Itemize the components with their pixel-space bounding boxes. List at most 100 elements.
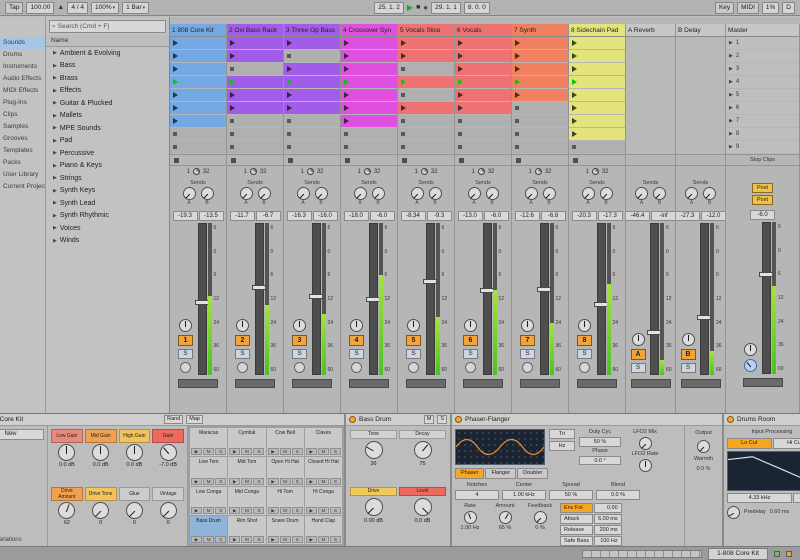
browser-item[interactable]: ▶ Brass	[46, 72, 169, 85]
arm-button[interactable]	[180, 362, 191, 373]
arm-button[interactable]	[294, 362, 305, 373]
clip-stop-button[interactable]	[512, 154, 568, 166]
pan-knob[interactable]	[236, 319, 249, 332]
scene-slot[interactable]: ▶ 8	[726, 128, 799, 140]
drum-pad[interactable]: Closed Hi Hat ▶ M S	[304, 457, 342, 486]
clip-slot[interactable]	[227, 89, 283, 101]
clip-slot[interactable]	[227, 128, 283, 140]
send-a-knob[interactable]	[296, 187, 310, 200]
variation-item[interactable]: Lo Fi	[0, 450, 44, 458]
send-a-knob[interactable]	[410, 187, 424, 200]
clip-slot[interactable]	[512, 115, 568, 127]
search-input[interactable]: ⌕ Search (Cmd + F)	[49, 20, 166, 33]
browser-sidebar-item[interactable]: Templates	[0, 145, 45, 157]
clip-slot[interactable]	[512, 89, 568, 101]
scene-launch-icon[interactable]: ▶	[729, 118, 733, 124]
clip-slot[interactable]	[455, 76, 511, 88]
disclosure-icon[interactable]: ▶	[53, 163, 57, 169]
browser-sidebar-item[interactable]: Drums	[0, 49, 45, 61]
clip-slot[interactable]	[455, 128, 511, 140]
drum-pad[interactable]: Open Hi Hat ▶ M S	[266, 457, 304, 486]
volume-value-display[interactable]: -6.0	[369, 211, 395, 221]
release-value[interactable]: 200 ms	[594, 525, 622, 535]
pad-solo-button[interactable]: S	[291, 448, 303, 456]
record-button[interactable]: ●	[423, 3, 428, 12]
disclosure-icon[interactable]: ▶	[53, 100, 57, 106]
browser-item[interactable]: ▶ Mallets	[46, 110, 169, 123]
clip-slot[interactable]	[170, 128, 226, 140]
chain-solo-button[interactable]: S	[437, 415, 447, 424]
disclosure-icon[interactable]: ▶	[53, 50, 57, 56]
pan-knob[interactable]	[681, 333, 695, 346]
volume-fader[interactable]	[479, 223, 495, 375]
clip-slot[interactable]	[455, 63, 511, 75]
clip-slot[interactable]	[170, 63, 226, 75]
pan-knob[interactable]	[521, 319, 534, 332]
groove-amount[interactable]: 100%▾	[90, 1, 120, 14]
track-delay-box[interactable]	[520, 379, 560, 388]
drum-pad[interactable]: Hi Conga ▶ M S	[304, 486, 342, 515]
cue-volume-knob[interactable]	[743, 359, 757, 372]
cut-frequency-value[interactable]: 4.33 kHz	[727, 493, 792, 503]
clip-slot[interactable]	[569, 89, 625, 101]
clip-slot[interactable]	[284, 37, 340, 49]
pad-play-icon[interactable]: ▶	[229, 536, 241, 543]
peak-level-display[interactable]: -12.6	[514, 211, 540, 221]
clip-slot[interactable]	[170, 115, 226, 127]
name-column-header[interactable]: Name	[46, 35, 169, 47]
browser-item[interactable]: ▶ Winds	[46, 235, 169, 248]
send-a-knob[interactable]	[467, 187, 481, 200]
lo-cut-button[interactable]: Lo Cut	[727, 438, 772, 449]
pan-knob[interactable]	[350, 319, 363, 332]
safe-bass-value[interactable]: 100 Hz	[594, 536, 622, 546]
clip-stop-button[interactable]	[170, 154, 226, 166]
phaser-knob[interactable]	[533, 511, 547, 524]
lfo2-mix-knob[interactable]	[638, 437, 652, 450]
safe-bass-button[interactable]: Safe Bass	[560, 536, 594, 546]
clip-slot[interactable]	[512, 141, 568, 153]
midi-map-button[interactable]: MIDI	[737, 1, 759, 14]
clip-slot[interactable]	[227, 102, 283, 114]
solo-button[interactable]: S	[178, 349, 193, 359]
macro-knob[interactable]	[125, 502, 143, 519]
send-b-knob[interactable]	[485, 187, 499, 200]
pad-play-icon[interactable]: ▶	[229, 506, 241, 514]
drum-pad[interactable]: Maracas ▶ M S	[190, 428, 228, 457]
clip-stop-button[interactable]	[455, 154, 511, 166]
pan-knob[interactable]	[293, 319, 306, 332]
volume-value-display[interactable]: -6.7	[255, 211, 281, 221]
drum-pad[interactable]: Mid Conga ▶ M S	[228, 486, 266, 515]
clip-slot[interactable]	[569, 115, 625, 127]
track-header[interactable]: 4 Crossover Syn	[341, 24, 397, 37]
browser-sidebar-item[interactable]: User Library	[0, 169, 45, 181]
pad-solo-button[interactable]: S	[329, 506, 341, 514]
clip-slot[interactable]	[455, 50, 511, 62]
browser-item[interactable]: ▶ Ambient & Evolving	[46, 47, 169, 60]
pad-mute-button[interactable]: M	[203, 448, 215, 456]
clip-slot[interactable]	[227, 50, 283, 62]
chain-mute-button[interactable]: M	[423, 415, 435, 424]
solo-button[interactable]: S	[680, 363, 696, 373]
mode-button[interactable]: Flanger	[485, 468, 517, 479]
browser-sidebar-item[interactable]: Current Project	[0, 181, 45, 193]
peak-level-display[interactable]: -20.3	[571, 211, 597, 221]
send-b-knob[interactable]	[200, 187, 214, 200]
pad-solo-button[interactable]: S	[215, 506, 227, 514]
send-a-knob[interactable]	[685, 187, 698, 200]
browser-sidebar-item[interactable]: Audio Effects	[0, 73, 45, 85]
macro-knob[interactable]	[92, 444, 110, 461]
clip-slot[interactable]	[569, 141, 625, 153]
clip-slot[interactable]	[227, 37, 283, 49]
predelay-knob[interactable]	[727, 506, 740, 519]
parameter-value[interactable]: 0.0 %	[596, 490, 640, 500]
arrangement-position[interactable]: 25. 1. 2	[374, 1, 404, 14]
mode-button[interactable]: Phaser	[455, 468, 485, 479]
pad-mute-button[interactable]: M	[317, 536, 329, 543]
cue-pre-post-toggle-b[interactable]: Post	[751, 195, 773, 205]
track-delay-box[interactable]	[178, 379, 218, 388]
env-follower-button[interactable]: Env Fol	[560, 503, 594, 513]
pad-play-icon[interactable]: ▶	[267, 506, 279, 514]
play-button[interactable]: ▶	[407, 3, 413, 12]
pad-mute-button[interactable]: M	[317, 506, 329, 514]
clip-slot[interactable]	[512, 102, 568, 114]
